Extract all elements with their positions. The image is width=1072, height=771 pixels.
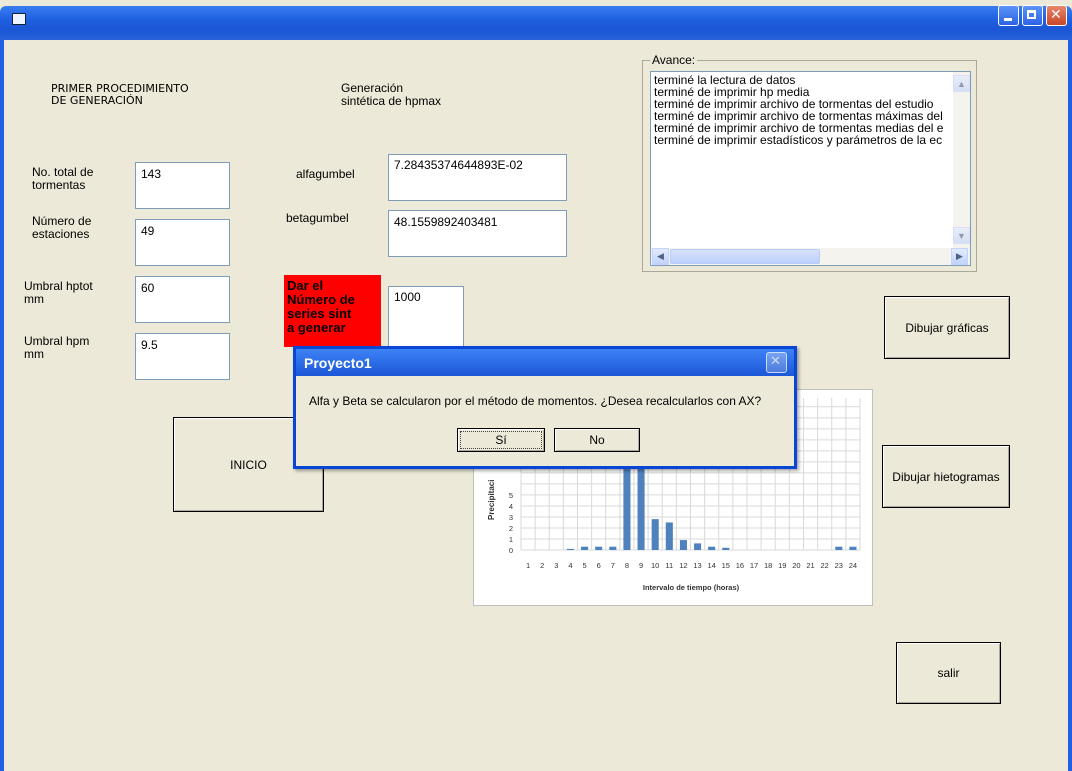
chart-bar xyxy=(665,522,673,550)
yes-button[interactable]: Sí xyxy=(457,428,545,452)
chart-y-tick: 5 xyxy=(509,491,513,500)
umbral-hptot-label: Umbral hptot mm xyxy=(24,279,93,306)
chart-x-tick: 15 xyxy=(722,561,730,570)
chart-x-tick: 13 xyxy=(693,561,701,570)
total-storms-label: No. total de tormentas xyxy=(32,165,94,192)
chart-bar xyxy=(609,546,617,550)
chart-x-tick: 16 xyxy=(736,561,744,570)
chart-x-tick: 11 xyxy=(665,561,673,570)
window-border-left xyxy=(0,40,4,771)
chart-x-tick: 14 xyxy=(708,561,716,570)
confirm-dialog[interactable]: Proyecto1 Alfa y Beta se calcularon por … xyxy=(293,346,797,469)
generation-title: Generación sintética de hpmax xyxy=(341,81,442,108)
num-stations-field[interactable]: 49 xyxy=(135,219,230,266)
chart-bar xyxy=(708,546,716,550)
chart-x-tick: 3 xyxy=(554,561,558,570)
chart-bar xyxy=(679,540,687,550)
series-prompt-label: Dar el Número de series sint a generar xyxy=(284,275,381,347)
chart-x-tick: 1 xyxy=(526,561,530,570)
chart-bar xyxy=(694,543,702,550)
scroll-left-icon[interactable]: ◀ xyxy=(652,248,669,265)
avance-list[interactable]: terminé la lectura de datos terminé de im… xyxy=(650,71,971,266)
chart-y-tick: 1 xyxy=(509,535,513,544)
chart-x-tick: 23 xyxy=(835,561,843,570)
window-border-right xyxy=(1068,40,1072,771)
umbral-hpm-label: Umbral hpm mm xyxy=(24,334,90,361)
chart-x-tick: 21 xyxy=(806,561,814,570)
maximize-button[interactable] xyxy=(1022,5,1043,26)
chart-x-tick: 5 xyxy=(582,561,586,570)
chart-x-tick: 19 xyxy=(778,561,786,570)
avance-legend: Avance: xyxy=(650,53,698,67)
scroll-right-icon[interactable]: ▶ xyxy=(951,248,968,265)
dialog-close-icon[interactable] xyxy=(766,352,787,373)
salir-button[interactable]: salir xyxy=(896,642,1001,704)
minimize-button[interactable] xyxy=(998,5,1019,26)
chart-y-tick: 2 xyxy=(509,524,513,533)
chart-x-tick: 12 xyxy=(679,561,687,570)
chart-bar xyxy=(595,546,603,550)
chart-x-tick: 2 xyxy=(540,561,544,570)
app-icon[interactable] xyxy=(12,13,26,25)
close-button[interactable] xyxy=(1046,5,1067,26)
umbral-hptot-field[interactable]: 60 xyxy=(135,276,230,323)
dialog-title: Proyecto1 xyxy=(304,355,372,371)
dialog-message: Alfa y Beta se calcularon por el método … xyxy=(309,394,762,408)
chart-x-label: Intervalo de tiempo (horas) xyxy=(643,583,740,592)
chart-bar xyxy=(566,548,574,550)
chart-y-tick: 3 xyxy=(509,513,513,522)
betagumbel-label: betagumbel xyxy=(286,211,349,225)
chart-x-tick: 7 xyxy=(611,561,615,570)
chart-x-tick: 9 xyxy=(639,561,643,570)
chart-bar xyxy=(581,546,589,550)
scroll-up-icon[interactable]: ▲ xyxy=(953,75,970,92)
chart-bar xyxy=(835,546,843,550)
chart-x-tick: 24 xyxy=(849,561,857,570)
chart-x-tick: 8 xyxy=(625,561,629,570)
chart-bar xyxy=(722,547,730,550)
chart-x-tick: 17 xyxy=(750,561,758,570)
chart-y-tick: 0 xyxy=(509,546,513,555)
no-button[interactable]: No xyxy=(554,428,640,452)
chart-bar xyxy=(849,546,857,550)
vertical-scrollbar[interactable]: ▲ ▼ xyxy=(953,72,970,248)
chart-x-tick: 6 xyxy=(597,561,601,570)
chart-y-label: Precipitaci xyxy=(487,480,496,520)
total-storms-field[interactable]: 143 xyxy=(135,162,230,209)
avance-list-item[interactable]: terminé de imprimir estadísticos y parám… xyxy=(651,134,970,146)
chart-y-tick: 4 xyxy=(509,502,513,511)
umbral-hpm-field[interactable]: 9.5 xyxy=(135,333,230,380)
alfagumbel-field[interactable]: 7.28435374644893E-02 xyxy=(388,154,567,201)
scroll-thumb[interactable] xyxy=(670,249,820,264)
chart-bar xyxy=(651,519,659,550)
chart-x-tick: 10 xyxy=(651,561,659,570)
betagumbel-field[interactable]: 48.1559892403481 xyxy=(388,210,567,257)
dibujar-hietogramas-button[interactable]: Dibujar hietogramas xyxy=(882,445,1010,508)
horizontal-scrollbar[interactable]: ◀ ▶ xyxy=(651,248,970,265)
chart-x-tick: 22 xyxy=(821,561,829,570)
title-bar[interactable] xyxy=(0,6,1072,40)
chart-x-tick: 4 xyxy=(568,561,572,570)
procedure-title: PRIMER PROCEDIMIENTO DE GENERACIÓN xyxy=(51,82,189,107)
dibujar-graficas-button[interactable]: Dibujar gráficas xyxy=(884,296,1010,359)
scroll-down-icon[interactable]: ▼ xyxy=(953,227,970,244)
chart-x-tick: 18 xyxy=(764,561,772,570)
chart-x-tick: 20 xyxy=(792,561,800,570)
num-stations-label: Número de estaciones xyxy=(32,214,92,241)
alfagumbel-label: alfagumbel xyxy=(296,167,355,181)
